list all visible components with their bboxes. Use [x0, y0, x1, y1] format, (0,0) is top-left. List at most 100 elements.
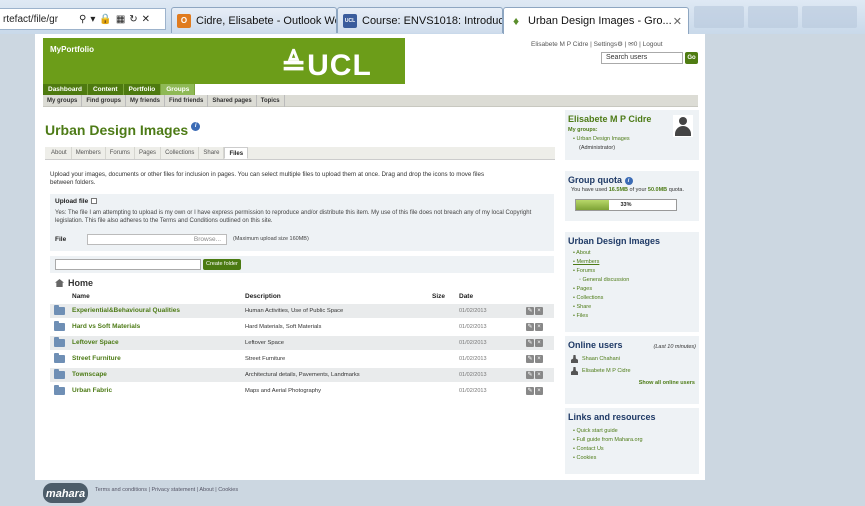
menu-members[interactable]: Members	[565, 258, 699, 267]
link-quick-start[interactable]: Quick start guide	[565, 427, 699, 436]
footer-links[interactable]: Terms and conditions | Privacy statement…	[95, 487, 238, 493]
col-size[interactable]: Size	[432, 293, 445, 300]
stop-icon[interactable]: ✕	[142, 14, 150, 25]
table-row[interactable]: Hard vs Soft Materials Hard Materials, S…	[50, 320, 554, 334]
folder-name-input[interactable]	[55, 259, 201, 270]
folder-name-link[interactable]: Townscape	[72, 371, 107, 378]
subnav-topics[interactable]: Topics	[257, 95, 285, 107]
delete-icon[interactable]: ×	[535, 387, 543, 395]
subnav-my-groups[interactable]: My groups	[43, 95, 83, 107]
address-url[interactable]: rtefact/file/gr	[3, 14, 75, 25]
browser-tab-course[interactable]: UCL Course: ENVS1018: Introducing...	[337, 7, 503, 33]
address-bar[interactable]: rtefact/file/gr ⚲ ▾ 🔒 ▦ ↻ ✕	[0, 8, 166, 30]
link-contact-us[interactable]: Contact Us	[565, 445, 699, 454]
create-folder-button[interactable]: Create folder	[203, 259, 241, 270]
file-label: File	[55, 236, 67, 243]
home-label[interactable]: Home	[68, 278, 93, 288]
group-tabs: About Members Forums Pages Collections S…	[45, 147, 555, 160]
upload-title: Upload file	[55, 198, 98, 205]
blurred-tab[interactable]	[748, 6, 798, 28]
info-icon[interactable]: i	[624, 177, 633, 185]
online-user[interactable]: Shaan Chahani	[565, 353, 699, 365]
browser-tab-active[interactable]: ♦ Urban Design Images - Gro... ✕	[503, 7, 689, 34]
link-cookies[interactable]: Cookies	[565, 454, 699, 463]
folder-name-link[interactable]: Hard vs Soft Materials	[72, 323, 140, 330]
col-description[interactable]: Description	[245, 293, 281, 300]
search-users-input[interactable]: Search users	[601, 52, 683, 64]
blurred-tab[interactable]	[694, 6, 744, 28]
tab-share[interactable]: Share	[199, 147, 225, 159]
delete-icon[interactable]: ×	[535, 339, 543, 347]
table-row[interactable]: Urban Fabric Maps and Aerial Photography…	[50, 384, 554, 398]
edit-icon[interactable]: ✎	[526, 339, 534, 347]
online-user-name[interactable]: Elisabete M P Cidre	[582, 365, 631, 377]
tab-members[interactable]: Members	[72, 147, 106, 159]
delete-icon[interactable]: ×	[535, 355, 543, 363]
site-name[interactable]: MyPortfolio	[50, 45, 94, 54]
link-full-guide[interactable]: Full guide from Mahara.org	[565, 436, 699, 445]
col-date[interactable]: Date	[459, 293, 473, 300]
menu-pages[interactable]: Pages	[565, 285, 699, 294]
avatar[interactable]	[673, 115, 693, 137]
subnav-my-friends[interactable]: My friends	[126, 95, 166, 107]
user-name-link[interactable]: Elisabete M P Cidre	[531, 41, 588, 48]
menu-forums[interactable]: Forums	[565, 267, 699, 276]
menu-collections[interactable]: Collections	[565, 294, 699, 303]
agree-checkbox[interactable]	[91, 198, 98, 204]
menu-share[interactable]: Share	[565, 303, 699, 312]
mahara-logo[interactable]: mahara	[43, 483, 88, 503]
upload-box: Upload file Yes: The file I am attemptin…	[50, 194, 554, 251]
edit-icon[interactable]: ✎	[526, 371, 534, 379]
tab-pages[interactable]: Pages	[135, 147, 162, 159]
subnav-shared-pages[interactable]: Shared pages	[208, 95, 257, 107]
settings-icon[interactable]: ⚙	[617, 41, 623, 48]
menu-about[interactable]: About	[565, 249, 699, 258]
delete-icon[interactable]: ×	[535, 323, 543, 331]
nav-content[interactable]: Content	[87, 84, 124, 95]
tab-forums[interactable]: Forums	[106, 147, 136, 159]
online-user-name[interactable]: Shaan Chahani	[582, 353, 620, 365]
home-breadcrumb[interactable]: Home	[55, 278, 93, 288]
edit-icon[interactable]: ✎	[526, 323, 534, 331]
tab-files[interactable]: Files	[224, 147, 249, 159]
folder-name-link[interactable]: Experiential&Behavioural Qualities	[72, 307, 180, 314]
inbox-count[interactable]: 0	[634, 41, 638, 48]
table-row[interactable]: Experiential&Behavioural Qualities Human…	[50, 304, 554, 318]
edit-icon[interactable]: ✎	[526, 355, 534, 363]
delete-icon[interactable]: ×	[535, 307, 543, 315]
show-all-online-link[interactable]: Show all online users	[565, 379, 699, 388]
col-name[interactable]: Name	[72, 293, 90, 300]
menu-files[interactable]: Files	[565, 312, 699, 321]
close-tab-icon[interactable]: ✕	[673, 15, 682, 28]
table-row[interactable]: Townscape Architectural details, Pavemen…	[50, 368, 554, 382]
table-row[interactable]: Street Furniture Street Furniture 01/02/…	[50, 352, 554, 366]
folder-name-link[interactable]: Urban Fabric	[72, 387, 112, 394]
info-icon[interactable]: i	[191, 122, 201, 131]
subnav-find-groups[interactable]: Find groups	[82, 95, 127, 107]
subnav-find-friends[interactable]: Find friends	[165, 95, 209, 107]
folder-name-link[interactable]: Leftover Space	[72, 339, 119, 346]
browser-tab-outlook[interactable]: O Cidre, Elisabete - Outlook Web...	[171, 7, 337, 33]
online-user[interactable]: Elisabete M P Cidre	[565, 365, 699, 377]
file-browse-input[interactable]: Browse...	[87, 234, 227, 245]
nav-portfolio[interactable]: Portfolio	[123, 84, 162, 95]
search-icon[interactable]: ⚲	[79, 14, 86, 25]
tab-about[interactable]: About	[47, 147, 72, 159]
delete-icon[interactable]: ×	[535, 371, 543, 379]
refresh-icon[interactable]: ↻	[129, 14, 137, 25]
folder-date: 01/02/2013	[459, 388, 487, 394]
blurred-tab[interactable]	[802, 6, 857, 28]
dropdown-icon[interactable]: ▾	[90, 14, 95, 25]
nav-groups[interactable]: Groups	[161, 84, 196, 95]
settings-link[interactable]: Settings	[594, 41, 618, 48]
menu-general-discussion[interactable]: General discussion	[565, 276, 699, 285]
search-go-button[interactable]: Go	[685, 52, 698, 64]
table-row[interactable]: Leftover Space Leftover Space 01/02/2013…	[50, 336, 554, 350]
compat-icon[interactable]: ▦	[116, 14, 125, 25]
folder-name-link[interactable]: Street Furniture	[72, 355, 121, 362]
edit-icon[interactable]: ✎	[526, 307, 534, 315]
tab-collections[interactable]: Collections	[161, 147, 200, 159]
edit-icon[interactable]: ✎	[526, 387, 534, 395]
nav-dashboard[interactable]: Dashboard	[43, 84, 88, 95]
logout-link[interactable]: Logout	[643, 41, 663, 48]
